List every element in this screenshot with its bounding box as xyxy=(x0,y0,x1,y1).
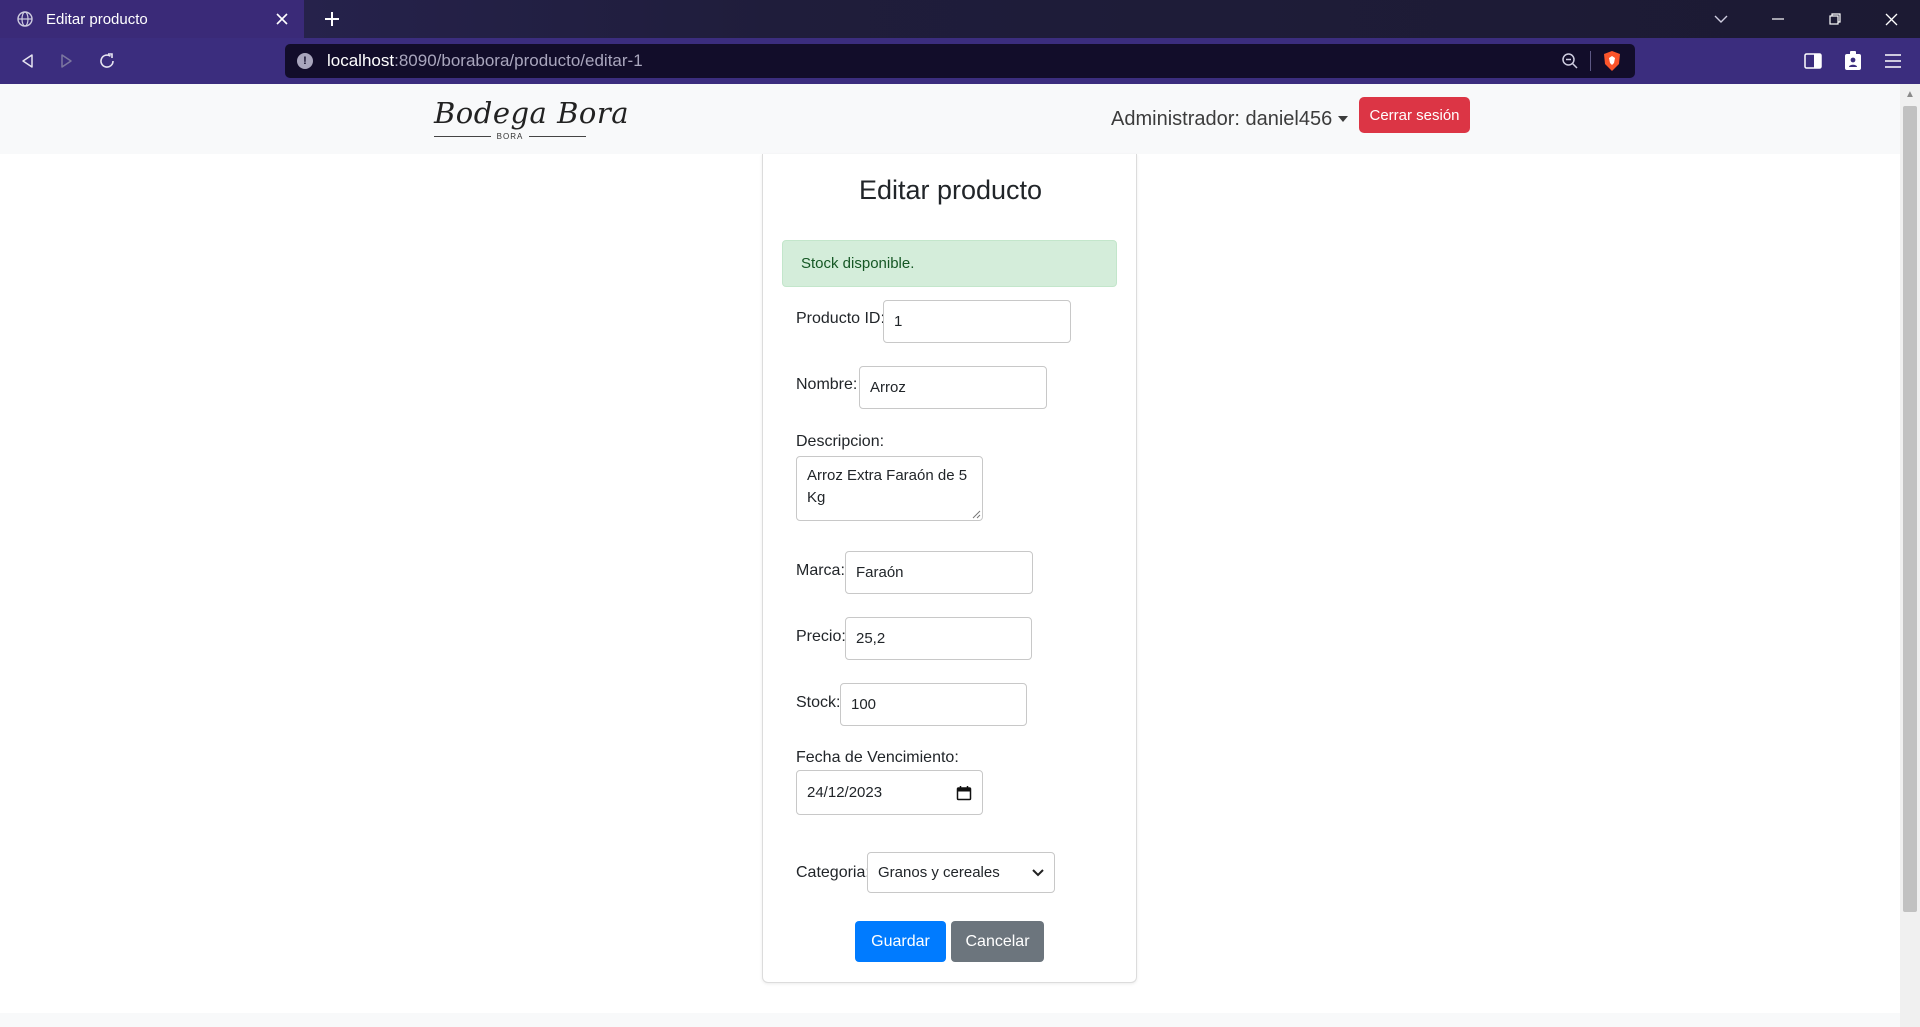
logo-brand-text: Bodega Bora xyxy=(434,96,629,130)
page-footer-strip xyxy=(0,1013,1900,1027)
site-logo[interactable]: Bodega Bora BORA xyxy=(428,96,629,144)
chevron-down-icon xyxy=(1032,868,1044,876)
window-controls xyxy=(1692,0,1920,38)
chevron-down-icon[interactable] xyxy=(1692,0,1749,38)
globe-icon xyxy=(16,10,34,28)
calendar-icon[interactable] xyxy=(956,785,972,801)
brave-shield-icon[interactable] xyxy=(1601,50,1623,72)
url-path: :8090/borabora/producto/editar-1 xyxy=(394,51,643,70)
zoom-out-icon[interactable] xyxy=(1560,51,1580,71)
tab-title: Editar producto xyxy=(46,10,148,28)
logo-rule xyxy=(529,136,587,137)
edit-product-card: Editar producto Stock disponible. Produc… xyxy=(762,154,1137,983)
wallet-icon[interactable] xyxy=(1838,47,1868,75)
minimize-icon[interactable] xyxy=(1749,0,1806,38)
url-host: localhost xyxy=(327,51,395,70)
categoria-label: Categoria: xyxy=(796,864,870,881)
logout-button[interactable]: Cerrar sesión xyxy=(1359,97,1470,133)
admin-dropdown[interactable]: Administrador: daniel456 xyxy=(1111,104,1349,134)
logo-rule xyxy=(434,136,491,137)
browser-toolbar: ! localhost:8090/borabora/producto/edita… xyxy=(0,38,1920,84)
admin-label: Administrador: daniel456 xyxy=(1111,107,1333,130)
site-navbar: Bodega Bora BORA Administrador: daniel45… xyxy=(0,84,1900,154)
marca-input[interactable] xyxy=(845,551,1033,594)
page-viewport: Bodega Bora BORA Administrador: daniel45… xyxy=(0,84,1900,1027)
new-tab-plus-icon[interactable] xyxy=(320,7,344,31)
vencimiento-value: 24/12/2023 xyxy=(807,784,883,801)
categoria-selected-value: Granos y cereales xyxy=(878,864,1000,881)
marca-label: Marca: xyxy=(796,562,845,579)
close-icon[interactable] xyxy=(272,9,292,29)
url-text: localhost:8090/borabora/producto/editar-… xyxy=(327,51,1560,71)
vencimiento-label: Fecha de Vencimiento: xyxy=(796,749,959,766)
nombre-label: Nombre: xyxy=(796,376,858,393)
precio-label: Precio: xyxy=(796,628,846,645)
resize-grip-icon[interactable] xyxy=(972,510,981,519)
forward-icon[interactable] xyxy=(53,47,81,75)
save-button[interactable]: Guardar xyxy=(855,921,946,962)
restore-icon[interactable] xyxy=(1806,0,1863,38)
precio-input[interactable] xyxy=(845,617,1032,660)
scroll-up-arrow-icon[interactable]: ▲ xyxy=(1900,84,1920,104)
categoria-select[interactable]: Granos y cereales xyxy=(867,852,1055,893)
toolbar-divider xyxy=(1590,51,1591,71)
reload-icon[interactable] xyxy=(93,47,121,75)
descripcion-textarea[interactable]: Arroz Extra Faraón de 5 Kg xyxy=(796,456,983,521)
sidebar-toggle-icon[interactable] xyxy=(1798,47,1828,75)
descripcion-label: Descripcion: xyxy=(796,433,885,450)
menu-icon[interactable] xyxy=(1878,47,1908,75)
browser-tab[interactable]: Editar producto xyxy=(0,0,304,38)
logo-wordmark: Bodega Bora BORA xyxy=(434,96,629,144)
site-info-icon[interactable]: ! xyxy=(297,53,313,69)
producto-id-label: Producto ID: xyxy=(796,310,885,327)
cancel-button[interactable]: Cancelar xyxy=(951,921,1044,962)
page-title: Editar producto xyxy=(858,175,1043,205)
producto-id-input[interactable] xyxy=(883,300,1071,343)
page-scrollbar[interactable]: ▲ xyxy=(1900,84,1920,1027)
stock-input[interactable] xyxy=(840,683,1027,726)
logo-subline: BORA xyxy=(434,132,587,141)
vencimiento-date-input[interactable]: 24/12/2023 xyxy=(796,770,983,815)
toolbar-right-icons xyxy=(1798,47,1908,75)
caret-down-icon xyxy=(1338,116,1349,122)
stock-alert: Stock disponible. xyxy=(782,240,1117,287)
logo-subtext: BORA xyxy=(496,132,524,141)
scrollbar-thumb[interactable] xyxy=(1903,106,1917,912)
browser-tab-strip: Editar producto xyxy=(0,0,1920,38)
nombre-input[interactable] xyxy=(859,366,1047,409)
address-bar[interactable]: ! localhost:8090/borabora/producto/edita… xyxy=(285,44,1635,78)
stock-label: Stock: xyxy=(796,694,841,711)
window-close-icon[interactable] xyxy=(1863,0,1920,38)
back-icon[interactable] xyxy=(13,47,41,75)
